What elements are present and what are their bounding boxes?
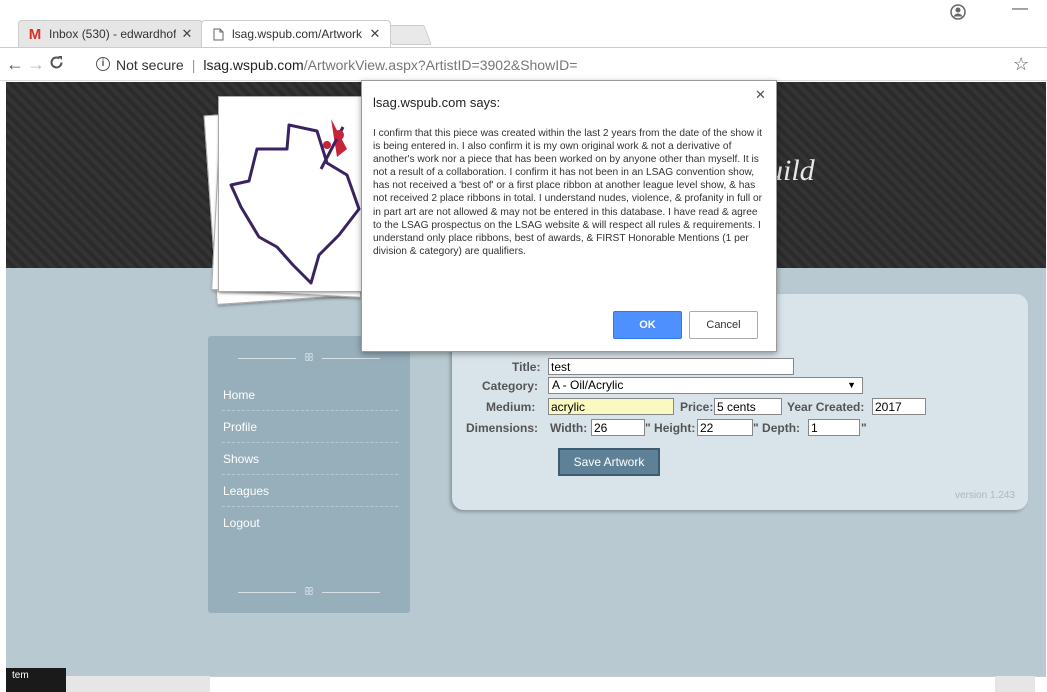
footer-bar bbox=[66, 676, 210, 692]
sidebar-item-profile[interactable]: Profile bbox=[222, 411, 398, 443]
category-selected-value: A - Oil/Acrylic bbox=[552, 378, 624, 392]
browser-toolbar: ← → i Not secure | lsag.wspub.com/Artwor… bbox=[0, 47, 1047, 81]
price-input[interactable] bbox=[714, 398, 782, 415]
new-tab-button[interactable] bbox=[384, 25, 432, 45]
depth-label: " Depth: bbox=[753, 421, 801, 435]
gmail-icon: M bbox=[28, 25, 42, 43]
tab-bar: M Inbox (530) - edwardhoff ✕ lsag.wspub.… bbox=[0, 0, 1047, 48]
ornament-divider: ꕥ bbox=[208, 586, 410, 599]
cancel-button[interactable]: Cancel bbox=[689, 311, 758, 339]
sidebar-item-shows[interactable]: Shows bbox=[222, 443, 398, 475]
bookmark-star-icon[interactable]: ☆ bbox=[1013, 54, 1029, 75]
minimize-icon[interactable]: — bbox=[1012, 0, 1028, 18]
reload-icon[interactable] bbox=[49, 55, 64, 75]
forward-arrow-icon[interactable]: → bbox=[27, 54, 45, 75]
page-icon bbox=[210, 26, 226, 42]
ornament-divider: ꕥ bbox=[208, 352, 410, 365]
url-path: /ArtworkView.aspx?ArtistID=3902&ShowID= bbox=[303, 57, 578, 73]
footer-bar bbox=[995, 676, 1035, 692]
sidebar: ꕥ Home Profile Shows Leagues Logout ꕥ bbox=[208, 336, 410, 613]
medium-label: Medium: bbox=[486, 400, 536, 414]
save-artwork-button[interactable]: Save Artwork bbox=[558, 448, 660, 476]
version-label: version 1.243 bbox=[955, 490, 1016, 501]
year-created-input[interactable] bbox=[872, 398, 926, 415]
account-icon[interactable] bbox=[950, 4, 966, 25]
title-input[interactable] bbox=[548, 358, 794, 375]
dialog-message: I confirm that this piece was created wi… bbox=[373, 128, 763, 257]
depth-input[interactable] bbox=[808, 419, 860, 436]
sidebar-item-logout[interactable]: Logout bbox=[222, 507, 398, 539]
back-arrow-icon[interactable]: ← bbox=[6, 54, 24, 75]
info-icon[interactable]: i bbox=[96, 57, 110, 71]
url-host: lsag.wspub.com bbox=[203, 57, 304, 73]
width-label: Width: bbox=[550, 421, 588, 435]
tab-gmail[interactable]: M Inbox (530) - edwardhoff ✕ bbox=[18, 20, 203, 47]
not-secure-label: Not secure bbox=[116, 57, 184, 73]
close-icon[interactable]: ✕ bbox=[180, 26, 194, 42]
close-icon[interactable]: ✕ bbox=[755, 87, 766, 103]
ok-button[interactable]: OK bbox=[613, 311, 682, 339]
sidebar-item-leagues[interactable]: Leagues bbox=[222, 475, 398, 507]
year-created-label: Year Created: bbox=[787, 400, 865, 414]
footer-label: tem bbox=[6, 668, 66, 692]
sidebar-item-home[interactable]: Home bbox=[222, 379, 398, 411]
category-select[interactable]: A - Oil/Acrylic ▼ bbox=[548, 377, 863, 394]
confirm-dialog: ✕ lsag.wspub.com says: I confirm that th… bbox=[361, 80, 777, 352]
depth-unit: " bbox=[861, 421, 867, 435]
site-logo bbox=[218, 96, 368, 292]
medium-input[interactable] bbox=[548, 398, 674, 415]
close-icon[interactable]: ✕ bbox=[368, 26, 382, 42]
tab-title: lsag.wspub.com/Artwork bbox=[232, 27, 363, 41]
address-bar[interactable]: i Not secure | lsag.wspub.com/ArtworkVie… bbox=[72, 52, 1012, 78]
height-input[interactable] bbox=[697, 419, 753, 436]
dialog-title: lsag.wspub.com says: bbox=[373, 95, 501, 110]
sidebar-menu: Home Profile Shows Leagues Logout bbox=[222, 379, 398, 539]
title-label: Title: bbox=[512, 360, 541, 374]
divider: | bbox=[191, 57, 196, 73]
tab-title: Inbox (530) - edwardhoff bbox=[49, 27, 176, 41]
height-label: " Height: bbox=[645, 421, 696, 435]
price-label: Price: bbox=[680, 400, 714, 414]
dimensions-label: Dimensions: bbox=[466, 421, 539, 435]
dropdown-arrow-icon: ▼ bbox=[847, 380, 856, 390]
width-input[interactable] bbox=[591, 419, 645, 436]
tab-artwork[interactable]: lsag.wspub.com/Artwork ✕ bbox=[201, 20, 391, 47]
category-label: Category: bbox=[482, 379, 539, 393]
